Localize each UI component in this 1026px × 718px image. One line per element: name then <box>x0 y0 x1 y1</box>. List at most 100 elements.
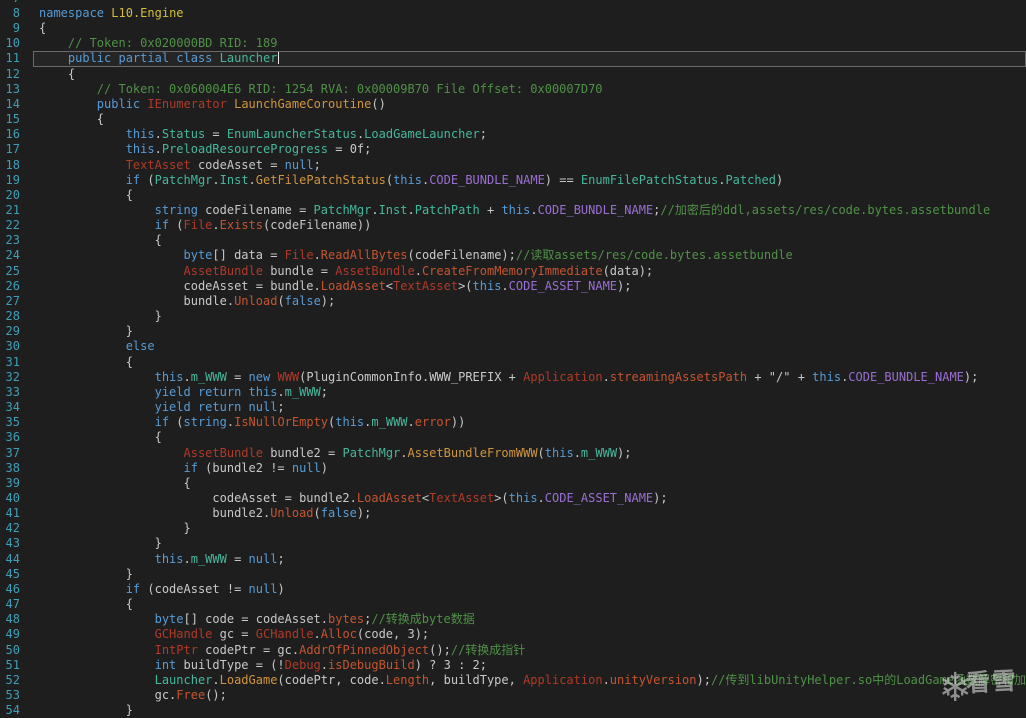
code-token: null <box>292 461 321 475</box>
code-line[interactable]: 45 } <box>0 567 1026 582</box>
code-line[interactable]: 24 byte[] data = File.ReadAllBytes(codeF… <box>0 248 1026 263</box>
code-token: Exists <box>220 218 263 232</box>
code-token: () <box>371 97 385 111</box>
code-line[interactable]: 44 this.m_WWW = null; <box>0 552 1026 567</box>
line-number: 8 <box>0 6 26 21</box>
code-token: codeAsset = <box>191 158 285 172</box>
code-token: Unload <box>270 506 313 520</box>
code-token: false <box>285 294 321 308</box>
code-token: ; <box>480 127 487 141</box>
code-token: // Token: 0x020000BD RID: 189 <box>68 36 278 50</box>
code-token: m_WWW <box>371 415 407 429</box>
code-line[interactable]: 39 { <box>0 476 1026 491</box>
code-line[interactable]: 8namespace L10.Engine <box>0 6 1026 21</box>
code-line[interactable]: 27 bundle.Unload(false); <box>0 294 1026 309</box>
code-line[interactable]: 18 TextAsset codeAsset = null; <box>0 158 1026 173</box>
code-line[interactable]: 46 if (codeAsset != null) <box>0 582 1026 597</box>
code-token <box>39 446 184 460</box>
code-line[interactable]: 49 GCHandle gc = GCHandle.Alloc(code, 3)… <box>0 627 1026 642</box>
code-token: Patched <box>725 173 776 187</box>
code-token: . <box>538 491 545 505</box>
code-line[interactable]: 23 { <box>0 233 1026 248</box>
line-number: 54 <box>0 703 26 718</box>
code-line[interactable]: 25 AssetBundle bundle = AssetBundle.Crea… <box>0 264 1026 279</box>
code-line[interactable]: 19 if (PatchMgr.Inst.GetFilePatchStatus(… <box>0 173 1026 188</box>
code-line[interactable]: 22 if (File.Exists(codeFilename)) <box>0 218 1026 233</box>
line-number: 44 <box>0 552 26 567</box>
code-line[interactable]: 47 { <box>0 597 1026 612</box>
code-line[interactable]: 51 int buildType = (!Debug.isDebugBuild)… <box>0 658 1026 673</box>
code-token: (code, 3); <box>357 627 429 641</box>
code-line[interactable]: 13 // Token: 0x060004E6 RID: 1254 RVA: 0… <box>0 82 1026 97</box>
code-line[interactable]: 30 else <box>0 339 1026 354</box>
code-line[interactable]: 28 } <box>0 309 1026 324</box>
code-token: ( <box>277 294 284 308</box>
code-text: // Token: 0x060004E6 RID: 1254 RVA: 0x00… <box>39 82 603 97</box>
code-line[interactable]: 52 Launcher.LoadGame(codePtr, code.Lengt… <box>0 673 1026 688</box>
code-line[interactable]: 20 { <box>0 188 1026 203</box>
code-token: CreateFromMemoryImmediate <box>422 264 603 278</box>
code-line[interactable]: 48 byte[] code = codeAsset.bytes;//转换成by… <box>0 612 1026 627</box>
code-text: IntPtr codePtr = gc.AddrOfPinnedObject()… <box>39 643 525 658</box>
code-token: . <box>184 370 191 384</box>
line-number: 20 <box>0 188 26 203</box>
code-token: namespace <box>39 6 104 20</box>
code-line[interactable]: 26 codeAsset = bundle.LoadAsset<TextAsse… <box>0 279 1026 294</box>
code-line[interactable]: 12 { <box>0 67 1026 82</box>
code-token: null <box>249 582 278 596</box>
code-line[interactable]: 33 yield return this.m_WWW; <box>0 385 1026 400</box>
code-token: , buildType, <box>429 673 523 687</box>
code-line[interactable]: 15 { <box>0 112 1026 127</box>
code-token: m_WWW <box>191 370 227 384</box>
code-token: + <box>480 203 502 217</box>
code-token: Debug <box>285 658 321 672</box>
line-number: 42 <box>0 521 26 536</box>
code-token: ; <box>321 385 328 399</box>
code-token: TextAsset <box>126 158 191 172</box>
code-line[interactable]: 36 { <box>0 430 1026 445</box>
code-editor[interactable]: 78namespace L10.Engine9{10 // Token: 0x0… <box>0 0 1026 718</box>
code-token: (); <box>205 688 227 702</box>
line-number: 15 <box>0 112 26 127</box>
code-line[interactable]: 10 // Token: 0x020000BD RID: 189 <box>0 36 1026 51</box>
code-line[interactable]: 34 yield return null; <box>0 400 1026 415</box>
code-line[interactable]: 42 } <box>0 521 1026 536</box>
code-line[interactable]: 50 IntPtr codePtr = gc.AddrOfPinnedObjec… <box>0 643 1026 658</box>
code-line[interactable]: 54 } <box>0 703 1026 718</box>
code-token: LoadGameLauncher <box>364 127 480 141</box>
code-line[interactable]: 37 AssetBundle bundle2 = PatchMgr.AssetB… <box>0 446 1026 461</box>
code-line[interactable]: 38 if (bundle2 != null) <box>0 461 1026 476</box>
code-line[interactable]: 35 if (string.IsNullOrEmpty(this.m_WWW.e… <box>0 415 1026 430</box>
code-token: (codeFilename)) <box>263 218 371 232</box>
code-line[interactable]: 40 codeAsset = bundle2.LoadAsset<TextAss… <box>0 491 1026 506</box>
code-line[interactable]: 31 { <box>0 355 1026 370</box>
code-line[interactable]: 11 public partial class Launcher <box>0 51 1026 66</box>
code-token: CODE_BUNDLE_NAME <box>429 173 545 187</box>
code-token: . <box>314 248 321 262</box>
code-token: = <box>205 127 227 141</box>
code-token: PatchMgr <box>314 203 372 217</box>
code-token: [] code = codeAsset. <box>184 612 329 626</box>
code-token: . <box>603 370 610 384</box>
code-text: codeAsset = bundle.LoadAsset<TextAsset>(… <box>39 279 631 294</box>
code-token: ( <box>140 173 154 187</box>
code-line[interactable]: 53 gc.Free(); <box>0 688 1026 703</box>
code-line[interactable]: 41 bundle2.Unload(false); <box>0 506 1026 521</box>
code-line[interactable]: 21 string codeFilename = PatchMgr.Inst.P… <box>0 203 1026 218</box>
code-line[interactable]: 14 public IEnumerator LaunchGameCoroutin… <box>0 97 1026 112</box>
code-text: } <box>39 521 191 536</box>
code-token: . <box>530 203 537 217</box>
line-number: 9 <box>0 21 26 36</box>
code-line[interactable]: 29 } <box>0 324 1026 339</box>
code-token: isDebugBuild <box>328 658 415 672</box>
code-line[interactable]: 9{ <box>0 21 1026 36</box>
code-token: EnumFilePatchStatus <box>581 173 718 187</box>
code-token <box>39 264 184 278</box>
code-line[interactable]: 43 } <box>0 536 1026 551</box>
line-number: 30 <box>0 339 26 354</box>
line-number: 53 <box>0 688 26 703</box>
code-line[interactable]: 16 this.Status = EnumLauncherStatus.Load… <box>0 127 1026 142</box>
code-line[interactable]: 32 this.m_WWW = new WWW(PluginCommonInfo… <box>0 370 1026 385</box>
code-line[interactable]: 17 this.PreloadResourceProgress = 0f; <box>0 142 1026 157</box>
code-text: GCHandle gc = GCHandle.Alloc(code, 3); <box>39 627 429 642</box>
